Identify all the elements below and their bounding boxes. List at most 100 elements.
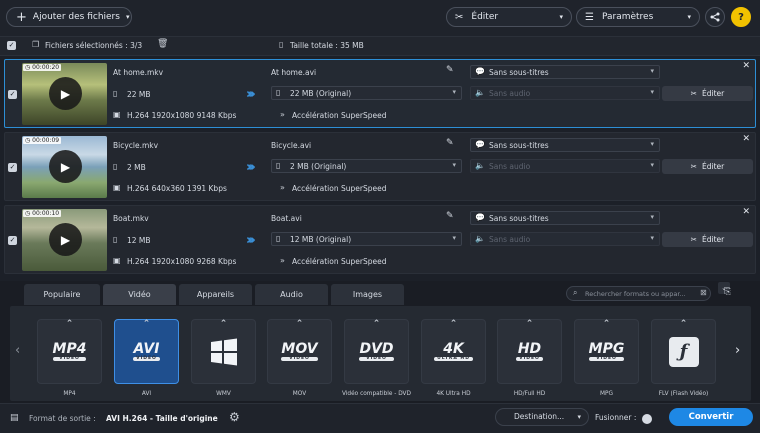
- format-tile[interactable]: ⌃ ƒ: [651, 319, 716, 384]
- sliders-icon: ☰: [585, 11, 594, 23]
- play-button[interactable]: ▶: [49, 223, 82, 256]
- chevron-down-icon: ▾: [650, 161, 654, 169]
- video-thumbnail[interactable]: ◷ 00:00:10 ▶: [22, 209, 107, 271]
- plus-icon: +: [16, 9, 27, 25]
- edit-button[interactable]: ✂ Éditer: [662, 232, 753, 247]
- output-filename[interactable]: Boat.avi: [271, 214, 302, 223]
- tab-audio[interactable]: Audio: [255, 284, 328, 305]
- chevron-up-icon[interactable]: ⌃: [498, 319, 561, 329]
- tab-video[interactable]: Vidéo: [103, 284, 176, 305]
- play-button[interactable]: ▶: [49, 150, 82, 183]
- file-row[interactable]: ✓ ◷ 00:00:20 ▶ At home.mkv ▯ 22 MB ▣ H.2…: [4, 59, 756, 128]
- file-checkbox[interactable]: ✓: [8, 236, 17, 245]
- format-tile[interactable]: ⌃: [191, 319, 256, 384]
- remove-file-icon[interactable]: ✕: [742, 61, 750, 71]
- output-filename[interactable]: Bicycle.avi: [271, 141, 311, 150]
- format-tile[interactable]: ⌃ 4K ULTRA HD: [421, 319, 486, 384]
- source-size: 12 MB: [127, 236, 151, 245]
- device-detect-icon[interactable]: ⎘: [724, 287, 731, 297]
- subtitles-dropdown[interactable]: 💬 Sans sous-titres ▾: [470, 211, 660, 225]
- search-box[interactable]: ⌕ Rechercher formats ou appar... ⊠: [566, 286, 711, 301]
- play-button[interactable]: ▶: [49, 77, 82, 110]
- speaker-icon: 🔈: [475, 88, 485, 97]
- search-input[interactable]: Rechercher formats ou appar...: [585, 290, 686, 298]
- format-tile[interactable]: ⌃ MOV VIDEO: [267, 319, 332, 384]
- chevron-up-icon[interactable]: ⌃: [192, 319, 255, 329]
- gear-icon[interactable]: ⚙: [229, 410, 240, 424]
- audio-dropdown[interactable]: 🔈 Sans audio ▾: [470, 232, 660, 246]
- chevron-right-icon[interactable]: ›: [735, 343, 740, 358]
- format-tile[interactable]: ⌃ MP4 VIDEO: [37, 319, 102, 384]
- tab-populaire[interactable]: Populaire: [24, 284, 100, 305]
- remove-file-icon[interactable]: ✕: [742, 207, 750, 217]
- tools-icon: ✂: [690, 89, 698, 98]
- subtitles-dropdown[interactable]: 💬 Sans sous-titres ▾: [470, 138, 660, 152]
- chevron-up-icon[interactable]: ⌃: [652, 319, 715, 329]
- subtitles-dropdown[interactable]: 💬 Sans sous-titres ▾: [470, 65, 660, 79]
- tab-images[interactable]: Images: [331, 284, 404, 305]
- format-tile[interactable]: ⌃ AVI VIDEO: [114, 319, 179, 384]
- subtitles-icon: 💬: [475, 67, 485, 76]
- tools-icon: ✂: [455, 11, 464, 23]
- superspeed-label: Accélération SuperSpeed: [292, 257, 387, 266]
- format-tile[interactable]: ⌃ DVD VIDEO: [344, 319, 409, 384]
- edit-button[interactable]: ✂ Éditer: [662, 159, 753, 174]
- format-tile[interactable]: ⌃ HD VIDEO: [497, 319, 562, 384]
- video-thumbnail[interactable]: ◷ 00:00:09 ▶: [22, 136, 107, 198]
- share-icon: [710, 12, 720, 22]
- video-thumbnail[interactable]: ◷ 00:00:20 ▶: [22, 63, 107, 125]
- video-info-icon: ▣: [113, 183, 121, 192]
- trash-icon[interactable]: 🗑: [157, 39, 168, 49]
- rename-pencil-icon[interactable]: ✎: [446, 65, 454, 75]
- convert-button[interactable]: Convertir: [669, 408, 753, 426]
- rename-pencil-icon[interactable]: ✎: [446, 138, 454, 148]
- duration-badge: ◷ 00:00:20: [23, 64, 62, 71]
- destination-button[interactable]: Destination... ▾: [495, 408, 589, 426]
- output-size-dropdown[interactable]: ▯ 2 MB (Original) ▾: [271, 159, 462, 173]
- output-size-dropdown[interactable]: ▯ 22 MB (Original) ▾: [271, 86, 462, 100]
- output-format-label: Format de sortie :: [29, 414, 96, 423]
- format-tiles: ‹ › ⌃ MP4 VIDEO MP4 ⌃ AVI VIDEO AVI ⌃ WMV ⌃ MOV VIDE…: [10, 306, 751, 401]
- format-tile[interactable]: ⌃ MPG VIDEO: [574, 319, 639, 384]
- clear-search-icon[interactable]: ⊠: [700, 288, 707, 297]
- windows-logo-icon: [210, 338, 237, 365]
- output-filename[interactable]: At home.avi: [271, 68, 316, 77]
- file-row[interactable]: ✓ ◷ 00:00:10 ▶ Boat.mkv ▯ 12 MB ▣ H.264 …: [4, 205, 756, 274]
- doc-icon: ▯: [279, 40, 284, 49]
- format-logo: HD VIDEO: [516, 340, 543, 362]
- edit-menu-button[interactable]: ✂ Éditer ▾: [446, 7, 572, 27]
- chevron-up-icon[interactable]: ⌃: [115, 319, 178, 329]
- chevron-up-icon[interactable]: ⌃: [575, 319, 638, 329]
- file-row[interactable]: ✓ ◷ 00:00:09 ▶ Bicycle.mkv ▯ 2 MB ▣ H.26…: [4, 132, 756, 201]
- select-all-checkbox[interactable]: ✓: [7, 41, 16, 50]
- settings-button[interactable]: ☰ Paramètres ▾: [576, 7, 700, 27]
- chevron-left-icon[interactable]: ‹: [15, 343, 20, 358]
- source-size: 22 MB: [127, 90, 151, 99]
- share-button[interactable]: [705, 7, 725, 27]
- superspeed-icon: »: [280, 256, 285, 265]
- chevron-up-icon[interactable]: ⌃: [38, 319, 101, 329]
- file-checkbox[interactable]: ✓: [8, 163, 17, 172]
- edit-button[interactable]: ✂ Éditer: [662, 86, 753, 101]
- add-files-button[interactable]: + Ajouter des fichiers ▾: [6, 7, 132, 27]
- merge-toggle[interactable]: [642, 414, 652, 424]
- duration-badge: ◷ 00:00:09: [23, 137, 62, 144]
- clock-icon: ◷: [25, 137, 31, 144]
- rename-pencil-icon[interactable]: ✎: [446, 211, 454, 221]
- duration-badge: ◷ 00:00:10: [23, 210, 62, 217]
- output-size-dropdown[interactable]: ▯ 12 MB (Original) ▾: [271, 232, 462, 246]
- chevron-up-icon[interactable]: ⌃: [268, 319, 331, 329]
- file-checkbox[interactable]: ✓: [8, 90, 17, 99]
- remove-file-icon[interactable]: ✕: [742, 134, 750, 144]
- help-button[interactable]: ?: [731, 7, 751, 27]
- chevron-down-icon: ▾: [650, 88, 654, 96]
- format-label: MPG: [600, 391, 613, 397]
- audio-dropdown[interactable]: 🔈 Sans audio ▾: [470, 86, 660, 100]
- file-size-icon: ▯: [113, 235, 118, 244]
- selection-bar: ✓ ❐ Fichiers sélectionnés : 3/3 🗑 ▯ Tail…: [0, 36, 760, 56]
- chevron-up-icon[interactable]: ⌃: [422, 319, 485, 329]
- source-info: H.264 640x360 1391 Kbps: [127, 184, 227, 193]
- audio-dropdown[interactable]: 🔈 Sans audio ▾: [470, 159, 660, 173]
- tab-appareils[interactable]: Appareils: [179, 284, 252, 305]
- chevron-up-icon[interactable]: ⌃: [345, 319, 408, 329]
